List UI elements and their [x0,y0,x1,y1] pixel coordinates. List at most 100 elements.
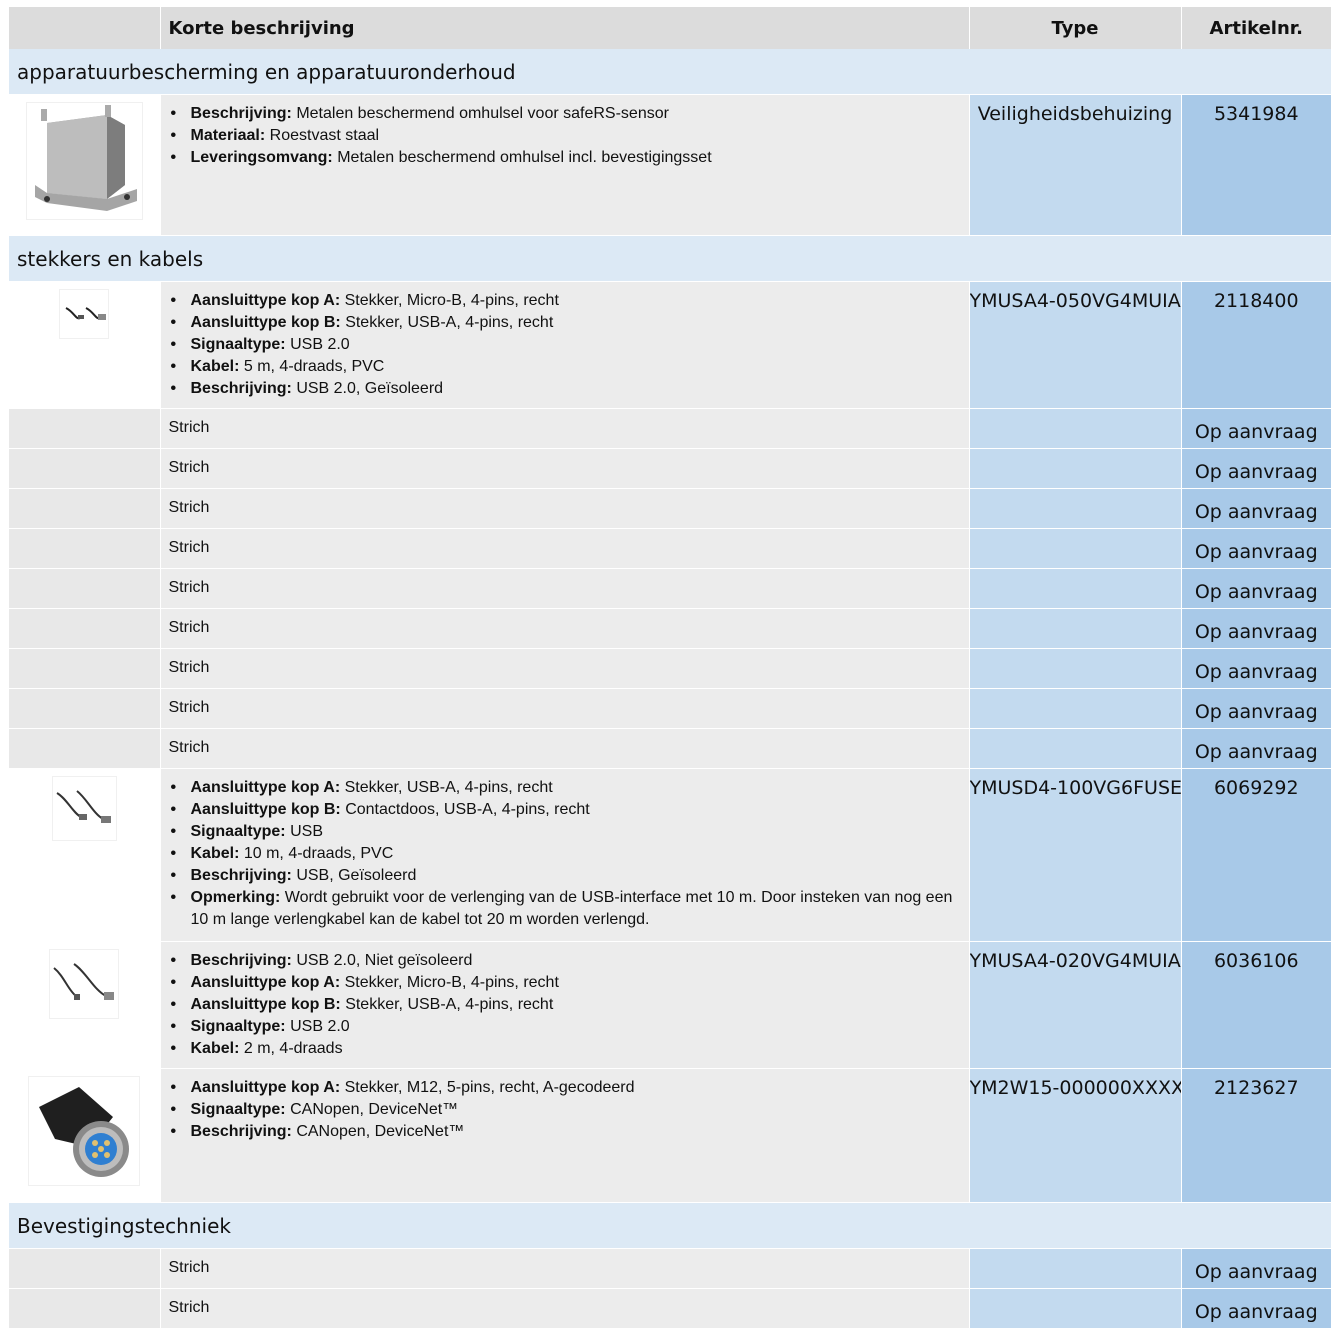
accessories-table-wrapper: Korte beschrijving Type Artikelnr. appar… [9,7,1331,1329]
product-type: YMUSA4-050VG4MUIA4 [968,281,1181,409]
spec-item: Signaaltype: USB 2.0 [171,334,961,356]
product-image-cell [9,94,160,236]
strich-row: Strich Op aanvraag [9,528,1331,569]
product-type: YMUSA4-020VG4MUIA4 [968,941,1181,1069]
spec-item: Aansluittype kop A: Stekker, Micro-B, 4-… [171,972,961,994]
strich-description: Strich [159,608,969,649]
usb-cable-image [60,290,109,338]
empty-type-cell [968,448,1181,489]
spec-list: Beschrijving: Metalen beschermend omhuls… [169,103,961,169]
product-type: YM2W15-000000XXXXX [968,1068,1181,1203]
product-row: Beschrijving: Metalen beschermend omhuls… [9,94,1331,236]
empty-image-cell [9,488,160,529]
strich-description: Strich [159,408,969,449]
empty-type-cell [968,408,1181,449]
spec-item: Signaaltype: USB [171,821,961,843]
strich-row: Strich Op aanvraag [9,488,1331,529]
spec-item: Kabel: 2 m, 4-draads [171,1038,961,1060]
empty-image-cell [9,568,160,609]
on-request-label: Op aanvraag [1180,648,1331,689]
spec-item: Kabel: 10 m, 4-draads, PVC [171,843,961,865]
spec-item: Signaaltype: CANopen, DeviceNet™ [171,1099,961,1121]
strich-row: Strich Op aanvraag [9,608,1331,649]
product-row: Beschrijving: USB 2.0, Niet geïsoleerd A… [9,941,1331,1069]
strich-row: Strich Op aanvraag [9,688,1331,729]
empty-type-cell [968,528,1181,569]
section-title: stekkers en kabels [9,235,1331,282]
empty-image-cell [9,728,160,769]
spec-item: Aansluittype kop A: Stekker, Micro-B, 4-… [171,290,961,312]
on-request-label: Op aanvraag [1180,528,1331,569]
empty-type-cell [968,1248,1181,1289]
product-article-number: 6036106 [1180,941,1331,1069]
usb-cable-image [50,950,119,1018]
table-header-row: Korte beschrijving Type Artikelnr. [9,7,1331,49]
spec-list: Aansluittype kop A: Stekker, USB-A, 4-pi… [169,777,961,931]
spec-item: Kabel: 5 m, 4-draads, PVC [171,356,961,378]
product-article-number: 5341984 [1180,94,1331,236]
section-title: apparatuurbescherming en apparatuuronder… [9,49,1331,95]
product-type: YMUSD4-100VG6FUSE4 [968,768,1181,942]
product-article-number: 6069292 [1180,768,1331,942]
spec-item: Opmerking: Wordt gebruikt voor de verlen… [171,887,961,931]
on-request-label: Op aanvraag [1180,448,1331,489]
strich-row: Strich Op aanvraag [9,408,1331,449]
section-row: stekkers en kabels [9,235,1331,282]
on-request-label: Op aanvraag [1180,688,1331,729]
empty-image-cell [9,688,160,729]
on-request-label: Op aanvraag [1180,1248,1331,1289]
product-image-cell [9,281,160,409]
strich-description: Strich [159,648,969,689]
empty-type-cell [968,488,1181,529]
product-description: Beschrijving: USB 2.0, Niet geïsoleerd A… [159,941,969,1069]
spec-item: Leveringsomvang: Metalen beschermend omh… [171,147,961,169]
section-row: apparatuurbescherming en apparatuuronder… [9,49,1331,95]
strich-description: Strich [159,488,969,529]
section-title: Bevestigingstechniek [9,1202,1331,1249]
empty-image-cell [9,1248,160,1289]
strich-description: Strich [159,528,969,569]
empty-type-cell [968,648,1181,689]
strich-row: Strich Op aanvraag [9,648,1331,689]
spec-list: Beschrijving: USB 2.0, Niet geïsoleerd A… [169,950,961,1060]
empty-type-cell [968,568,1181,609]
on-request-label: Op aanvraag [1180,488,1331,529]
spec-item: Signaaltype: USB 2.0 [171,1016,961,1038]
strich-row: Strich Op aanvraag [9,1288,1331,1329]
spec-item: Beschrijving: USB 2.0, Geïsoleerd [171,378,961,400]
product-article-number: 2118400 [1180,281,1331,409]
empty-type-cell [968,728,1181,769]
protective-housing-image [26,103,142,219]
spec-item: Aansluittype kop A: Stekker, M12, 5-pins… [171,1077,961,1099]
strich-description: Strich [159,728,969,769]
empty-type-cell [968,688,1181,729]
on-request-label: Op aanvraag [1180,1288,1331,1329]
strich-description: Strich [159,1288,969,1329]
spec-item: Aansluittype kop B: Contactdoos, USB-A, … [171,799,961,821]
spec-list: Aansluittype kop A: Stekker, Micro-B, 4-… [169,290,961,400]
product-description: Aansluittype kop A: Stekker, Micro-B, 4-… [159,281,969,409]
spec-item: Beschrijving: USB 2.0, Niet geïsoleerd [171,950,961,972]
header-description: Korte beschrijving [160,7,970,49]
header-article-number: Artikelnr. [1181,7,1331,49]
on-request-label: Op aanvraag [1180,408,1331,449]
header-image [9,7,161,49]
product-image-cell [9,941,160,1069]
spec-item: Beschrijving: USB, Geïsoleerd [171,865,961,887]
spec-item: Beschrijving: Metalen beschermend omhuls… [171,103,961,125]
product-image-cell [9,1068,160,1203]
empty-image-cell [9,448,160,489]
product-row: Aansluittype kop A: Stekker, M12, 5-pins… [9,1068,1331,1203]
product-description: Beschrijving: Metalen beschermend omhuls… [159,94,969,236]
strich-description: Strich [159,1248,969,1289]
spec-item: Materiaal: Roestvast staal [171,125,961,147]
strich-description: Strich [159,448,969,489]
strich-row: Strich Op aanvraag [9,568,1331,609]
product-article-number: 2123627 [1180,1068,1331,1203]
empty-image-cell [9,408,160,449]
on-request-label: Op aanvraag [1180,728,1331,769]
strich-description: Strich [159,688,969,729]
spec-item: Aansluittype kop B: Stekker, USB-A, 4-pi… [171,312,961,334]
usb-extension-cable-image [52,777,116,840]
spec-item: Beschrijving: CANopen, DeviceNet™ [171,1121,961,1143]
